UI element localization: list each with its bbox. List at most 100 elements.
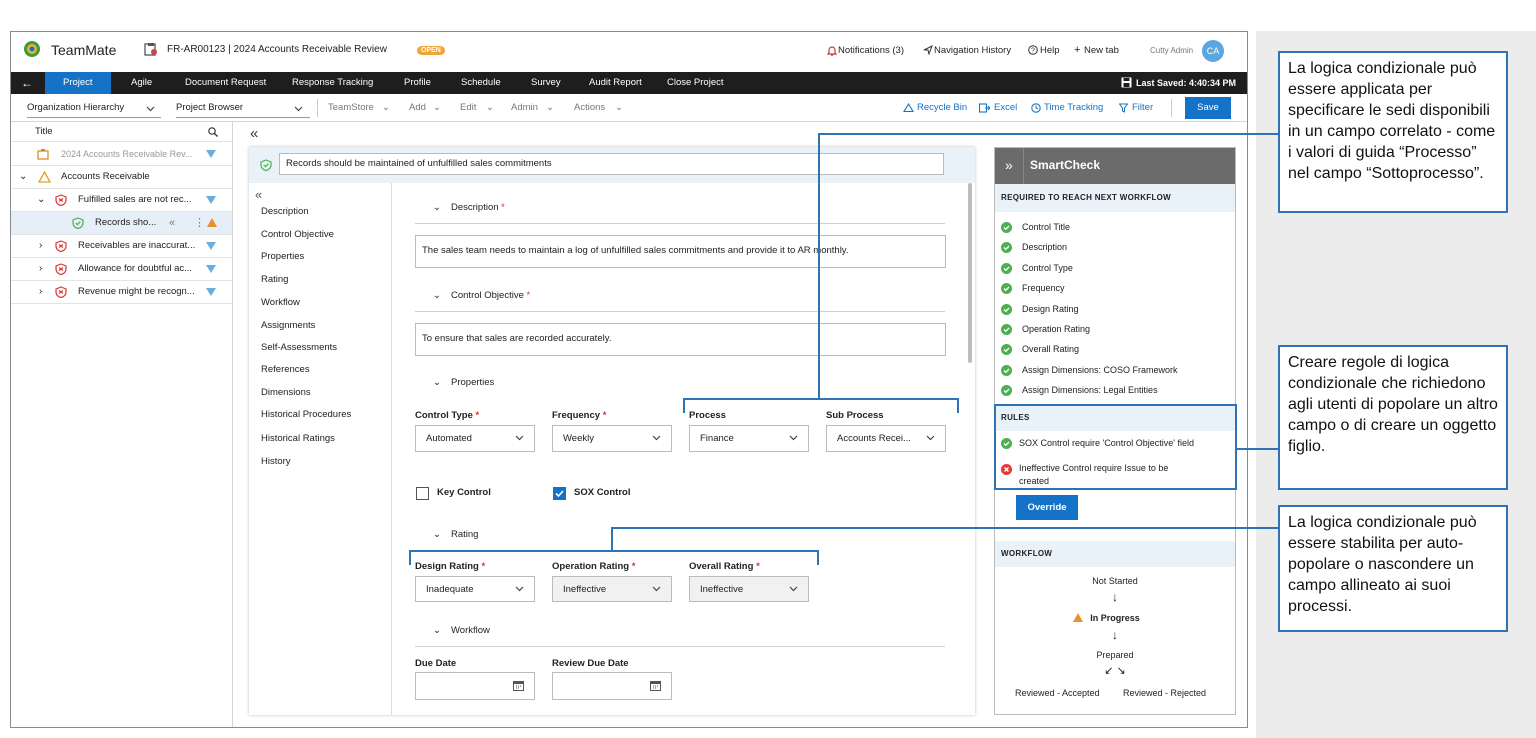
control-title-input[interactable]: Records should be maintained of unfulfil…: [279, 153, 944, 175]
tab-document-request[interactable]: Document Request: [185, 72, 266, 94]
calendar-icon[interactable]: [650, 680, 661, 691]
collapse-double-chevron-icon[interactable]: «: [169, 212, 175, 234]
add-menu[interactable]: Add: [409, 94, 426, 122]
chevron-down-icon[interactable]: ⌄: [37, 189, 45, 211]
admin-menu[interactable]: Admin: [511, 94, 538, 122]
nav-workflow[interactable]: Workflow: [261, 297, 300, 308]
notifications-link[interactable]: Notifications (3): [838, 45, 904, 56]
rules-highlight-box: [994, 404, 1237, 490]
expand-double-chevron-icon[interactable]: »: [1005, 157, 1013, 173]
chevron-down-icon[interactable]: ⌄: [433, 377, 441, 388]
time-tracking-button[interactable]: Time Tracking: [1044, 94, 1103, 122]
actions-menu[interactable]: Actions: [574, 94, 605, 122]
description-textarea[interactable]: The sales team needs to maintain a log o…: [415, 235, 946, 268]
chevron-down-icon[interactable]: ⌄: [433, 290, 441, 301]
calendar-icon[interactable]: [513, 680, 524, 691]
triangle-down-icon: [206, 196, 216, 204]
tab-profile[interactable]: Profile: [404, 72, 431, 94]
back-arrow-icon[interactable]: ←: [21, 72, 33, 94]
control-type-select[interactable]: Automated: [415, 425, 535, 452]
nav-self-assessments[interactable]: Self-Assessments: [261, 342, 337, 353]
tree-row[interactable]: › Revenue might be recogn...: [11, 281, 232, 304]
chevron-right-icon[interactable]: ›: [39, 235, 42, 257]
callout-rules: Creare regole di logica condizionale che…: [1278, 345, 1508, 490]
review-due-date-input[interactable]: [552, 672, 672, 700]
nav-properties[interactable]: Properties: [261, 251, 304, 262]
recycle-bin-button[interactable]: Recycle Bin: [917, 94, 967, 122]
teamstore-menu[interactable]: TeamStore: [328, 94, 374, 122]
tree-row[interactable]: 2024 Accounts Receivable Rev...: [11, 143, 232, 166]
tab-survey[interactable]: Survey: [531, 72, 561, 94]
overall-rating-select[interactable]: Ineffective: [689, 576, 809, 602]
nav-description[interactable]: Description: [261, 206, 309, 217]
search-icon[interactable]: [208, 127, 218, 137]
tree-row-label: Records sho...: [95, 217, 157, 228]
tree-row[interactable]: ⌄ Fulfilled sales are not rec...: [11, 189, 232, 212]
filter-icon: [1119, 103, 1128, 113]
nav-history[interactable]: History: [261, 456, 291, 467]
more-vertical-icon[interactable]: ⋮: [194, 212, 205, 234]
tab-close-project[interactable]: Close Project: [667, 72, 724, 94]
bell-icon[interactable]: [827, 45, 837, 56]
tree-row-selected[interactable]: Records sho... « ⋮: [11, 212, 232, 235]
due-date-input[interactable]: [415, 672, 535, 700]
teammate-app-window: TeamMate FR-AR00123 | 2024 Accounts Rece…: [10, 31, 1248, 728]
save-button[interactable]: Save: [1185, 97, 1231, 119]
tree-row[interactable]: › Allowance for doubtful ac...: [11, 258, 232, 281]
navigation-history-link[interactable]: Navigation History: [934, 45, 1011, 56]
avatar[interactable]: CA: [1202, 40, 1224, 62]
tab-schedule[interactable]: Schedule: [461, 72, 501, 94]
control-objective-header: Control Objective *: [451, 290, 531, 301]
tab-response-tracking[interactable]: Response Tracking: [292, 72, 373, 94]
scrollbar-thumb[interactable]: [968, 183, 972, 363]
help-link[interactable]: Help: [1040, 45, 1060, 56]
project-icon: [144, 42, 158, 56]
collapse-panel-icon[interactable]: «: [250, 125, 258, 142]
chevron-down-icon[interactable]: ⌄: [433, 202, 441, 213]
chevron-down-icon: [926, 435, 935, 441]
chevron-right-icon[interactable]: ›: [39, 281, 42, 303]
tree-row-label: Allowance for doubtful ac...: [78, 263, 193, 274]
sox-control-checkbox[interactable]: [553, 487, 566, 500]
nav-historical-procedures[interactable]: Historical Procedures: [261, 409, 351, 420]
new-tab-link[interactable]: New tab: [1084, 45, 1119, 56]
chevron-down-icon[interactable]: ⌄: [19, 166, 27, 188]
smartcheck-title: SmartCheck: [1030, 158, 1101, 172]
nav-rating[interactable]: Rating: [261, 274, 288, 285]
check-circle-icon: [1001, 283, 1012, 295]
nav-assignments[interactable]: Assignments: [261, 320, 315, 331]
process-highlight-bracket: [683, 398, 959, 413]
nav-references[interactable]: References: [261, 364, 310, 375]
recycle-icon: [903, 103, 914, 113]
override-button[interactable]: Override: [1016, 495, 1078, 520]
operation-rating-select[interactable]: Ineffective: [552, 576, 672, 602]
process-select[interactable]: Finance: [689, 425, 809, 452]
edit-menu[interactable]: Edit: [460, 94, 476, 122]
tab-agile[interactable]: Agile: [131, 72, 152, 94]
nav-control-objective[interactable]: Control Objective: [261, 229, 334, 240]
tree-row[interactable]: › Receivables are inaccurat...: [11, 235, 232, 258]
design-rating-select[interactable]: Inadequate: [415, 576, 535, 602]
filter-button[interactable]: Filter: [1132, 94, 1153, 122]
collapse-double-chevron-icon[interactable]: «: [255, 187, 262, 202]
control-check-shield-icon: [72, 217, 84, 229]
control-objective-textarea[interactable]: To ensure that sales are recorded accura…: [415, 323, 946, 356]
key-control-checkbox[interactable]: [416, 487, 429, 500]
control-check-shield-icon: [260, 159, 272, 171]
nav-historical-ratings[interactable]: Historical Ratings: [261, 433, 335, 444]
chevron-down-icon[interactable]: ⌄: [433, 625, 441, 636]
excel-button[interactable]: Excel: [994, 94, 1017, 122]
frequency-select[interactable]: Weekly: [552, 425, 672, 452]
chevron-right-icon[interactable]: ›: [39, 258, 42, 280]
nav-dimensions[interactable]: Dimensions: [261, 387, 311, 398]
plus-icon: +: [1074, 44, 1081, 56]
control-type-label: Control Type *: [415, 410, 480, 421]
required-item: Frequency: [1022, 283, 1065, 294]
tree-row[interactable]: ⌄ Accounts Receivable: [11, 166, 232, 189]
subprocess-select[interactable]: Accounts Recei...: [826, 425, 946, 452]
tab-project[interactable]: Project: [45, 72, 111, 94]
status-badge: OPEN: [417, 46, 445, 55]
chevron-down-icon[interactable]: ⌄: [433, 529, 441, 540]
section-divider: [415, 646, 945, 647]
tab-audit-report[interactable]: Audit Report: [589, 72, 642, 94]
